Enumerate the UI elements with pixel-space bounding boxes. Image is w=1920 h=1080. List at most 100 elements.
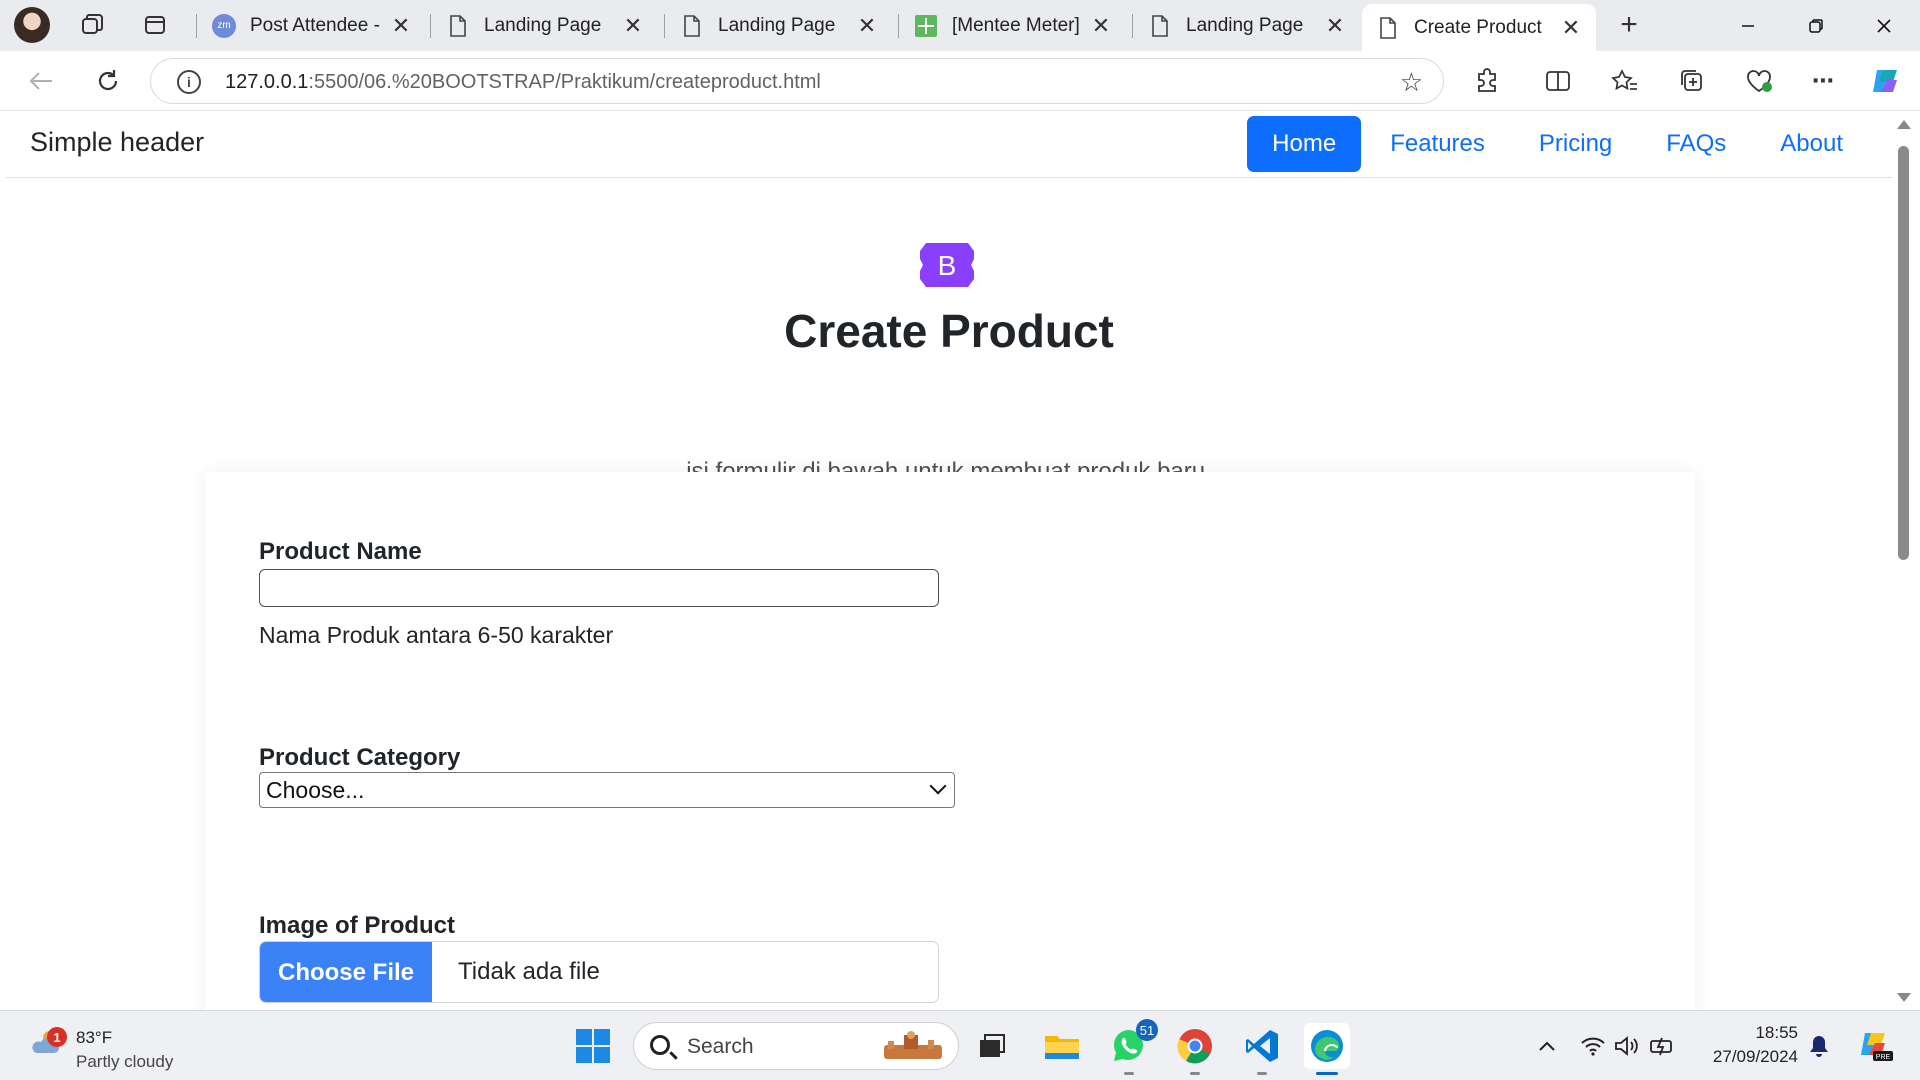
tab-post-attendee[interactable]: zm Post Attendee - Zoom ✕	[198, 0, 426, 51]
whatsapp-unread-badge: 51	[1136, 1019, 1158, 1041]
page-icon	[680, 14, 704, 38]
tab-actions-icon[interactable]	[140, 10, 170, 40]
tab-title: Landing Page	[1186, 14, 1304, 36]
product-category-select[interactable]: Choose...	[259, 772, 955, 808]
edge-icon[interactable]	[1304, 1023, 1350, 1075]
site-header: Simple header Home Features Pricing FAQs…	[6, 112, 1892, 178]
scroll-up-arrow-icon[interactable]	[1897, 120, 1911, 129]
refresh-icon[interactable]	[91, 64, 125, 98]
new-tab-icon[interactable]: +	[1614, 8, 1644, 41]
wifi-icon[interactable]	[1578, 1031, 1608, 1061]
image-file-input[interactable]: Choose File Tidak ada file	[259, 941, 939, 1003]
nav-faqs[interactable]: FAQs	[1641, 116, 1751, 172]
tab-landing-page-2[interactable]: Landing Page ✕	[666, 0, 892, 51]
scroll-down-arrow-icon[interactable]	[1897, 993, 1911, 1002]
weather-alert-badge: 1	[47, 1027, 67, 1047]
windows-taskbar: 1 83°F Partly cloudy Search 51 18:55 27/…	[0, 1010, 1920, 1080]
page-icon	[1376, 16, 1400, 40]
close-tab-icon[interactable]: ✕	[1090, 13, 1112, 38]
zoom-icon: zm	[212, 13, 236, 38]
clock-date: 27/09/2024	[1712, 1047, 1798, 1066]
close-window-icon[interactable]	[1852, 0, 1916, 51]
copilot-icon[interactable]	[1868, 64, 1902, 98]
svg-text:PRE: PRE	[1876, 1054, 1891, 1061]
nav-home[interactable]: Home	[1247, 116, 1362, 172]
favorite-star-icon[interactable]: ☆	[1400, 67, 1423, 98]
collections-icon[interactable]	[1675, 64, 1709, 98]
page-viewport: Simple header Home Features Pricing FAQs…	[6, 112, 1892, 1010]
minimize-icon[interactable]	[1716, 0, 1780, 51]
nav-features[interactable]: Features	[1365, 116, 1510, 172]
start-menu-icon[interactable]	[570, 1023, 616, 1069]
close-tab-icon[interactable]: ✕	[856, 13, 878, 38]
url-text[interactable]: 127.0.0.1:5500/06.%20BOOTSTRAP/Praktikum…	[225, 71, 821, 94]
chrome-icon[interactable]	[1172, 1023, 1218, 1075]
close-tab-icon[interactable]: ✕	[390, 13, 412, 38]
weather-temp: 83°F	[76, 1028, 113, 1047]
site-info-icon[interactable]: i	[177, 70, 201, 94]
vscode-icon[interactable]	[1239, 1023, 1285, 1075]
close-tab-icon[interactable]: ✕	[622, 13, 644, 38]
tab-title: Post Attendee - Zoom	[250, 14, 380, 36]
clock-time: 18:55	[1755, 1023, 1798, 1042]
nav-about[interactable]: About	[1755, 116, 1868, 172]
browser-toolbar: i 127.0.0.1:5500/06.%20BOOTSTRAP/Praktik…	[0, 51, 1920, 111]
whatsapp-icon[interactable]: 51	[1106, 1019, 1158, 1075]
profile-avatar[interactable]	[14, 7, 50, 43]
taskbar-search-placeholder: Search	[687, 1035, 754, 1058]
favorites-icon[interactable]	[1608, 64, 1642, 98]
page-icon	[1148, 14, 1172, 38]
browser-tab-strip: zm Post Attendee - Zoom ✕ Landing Page ✕…	[0, 0, 1920, 51]
product-name-help: Nama Produk antara 6-50 karakter	[259, 622, 614, 648]
scroll-thumb[interactable]	[1898, 146, 1909, 560]
taskbar-search[interactable]: Search	[633, 1022, 959, 1070]
search-icon	[650, 1035, 670, 1055]
address-bar[interactable]: i 127.0.0.1:5500/06.%20BOOTSTRAP/Praktik…	[150, 58, 1444, 104]
sheets-icon	[914, 14, 938, 38]
system-clock[interactable]: 18:55 27/09/2024	[1690, 1021, 1798, 1069]
file-status: Tidak ada file	[458, 958, 600, 985]
tab-title: Landing Page	[718, 14, 836, 36]
page-scrollbar[interactable]	[1892, 112, 1914, 1010]
file-explorer-icon[interactable]	[1039, 1023, 1085, 1069]
product-name-input[interactable]	[259, 569, 939, 607]
tab-title: Landing Page	[484, 14, 602, 36]
weather-desc: Partly cloudy	[76, 1052, 174, 1071]
main-nav: Home Features Pricing FAQs About	[1243, 116, 1868, 172]
tab-title: Create Product	[1414, 16, 1542, 38]
battery-charging-icon[interactable]	[1648, 1031, 1678, 1061]
back-icon[interactable]	[24, 64, 58, 98]
product-name-label: Product Name	[259, 538, 422, 565]
page-title: Create Product	[784, 305, 1114, 357]
tab-landing-page-3[interactable]: Landing Page ✕	[1134, 0, 1360, 51]
select-value: Choose...	[266, 776, 365, 803]
search-highlight-art-icon	[884, 1031, 942, 1059]
brand-title[interactable]: Simple header	[30, 127, 204, 158]
restore-icon[interactable]	[1784, 0, 1848, 51]
extensions-icon[interactable]	[1470, 64, 1504, 98]
chevron-down-icon	[929, 777, 947, 795]
close-tab-icon[interactable]: ✕	[1560, 15, 1582, 40]
notification-bell-icon[interactable]	[1804, 1031, 1834, 1061]
split-screen-icon[interactable]	[1541, 64, 1575, 98]
bootstrap-logo-icon: B	[920, 243, 974, 287]
workspaces-icon[interactable]	[78, 10, 108, 40]
show-hidden-icons-icon[interactable]	[1532, 1031, 1562, 1061]
product-category-label: Product Category	[259, 744, 461, 771]
tab-title: [Mentee Meter] R	[952, 14, 1080, 36]
weather-widget[interactable]: 1 83°F Partly cloudy	[24, 1019, 204, 1073]
close-tab-icon[interactable]: ✕	[1324, 13, 1346, 38]
logo-letter: B	[938, 250, 957, 281]
tab-create-product[interactable]: Create Product ✕	[1362, 4, 1596, 51]
copilot-preview-icon[interactable]: PRE	[1856, 1031, 1894, 1061]
task-view-icon[interactable]	[969, 1023, 1015, 1069]
choose-file-button[interactable]: Choose File	[260, 942, 432, 1002]
browser-essentials-icon[interactable]	[1742, 64, 1776, 98]
create-product-form: Product Name Nama Produk antara 6-50 kar…	[205, 472, 1695, 1010]
nav-pricing[interactable]: Pricing	[1514, 116, 1637, 172]
volume-icon[interactable]	[1612, 1031, 1642, 1061]
page-icon	[446, 14, 470, 38]
tab-mentee-meter[interactable]: [Mentee Meter] R ✕	[900, 0, 1126, 51]
more-options-icon[interactable]: ⋯	[1806, 64, 1840, 98]
tab-landing-page-1[interactable]: Landing Page ✕	[432, 0, 658, 51]
